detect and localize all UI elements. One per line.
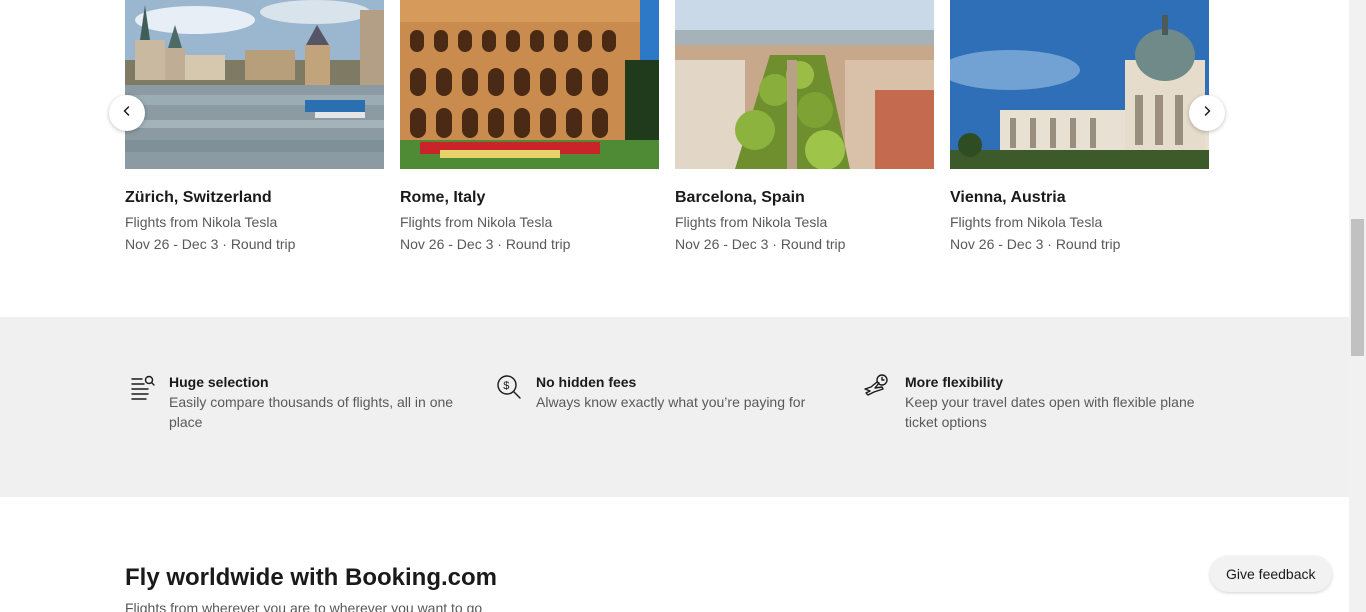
section-title: Fly worldwide with Booking.com <box>125 564 498 591</box>
chevron-left-icon <box>121 104 133 122</box>
feature-huge-selection: Huge selection Easily compare thousands … <box>128 372 453 432</box>
feature-more-flexibility: More flexibility Keep your travel dates … <box>862 372 1207 432</box>
list-search-icon <box>128 373 156 403</box>
destination-image-vienna[interactable] <box>950 0 1209 169</box>
carousel-next-button[interactable] <box>1189 95 1225 131</box>
scrollbar-thumb[interactable] <box>1351 219 1364 356</box>
page-scrollbar[interactable] <box>1349 0 1366 612</box>
destination-card-barcelona[interactable]: Barcelona, Spain Flights from Nikola Tes… <box>675 0 934 253</box>
feature-description: Keep your travel dates open with flexibl… <box>905 394 1195 430</box>
feature-title: More flexibility <box>905 374 1004 390</box>
feature-no-hidden-fees: $ No hidden fees Always know exactly wha… <box>495 372 825 412</box>
feature-title: Huge selection <box>169 374 269 390</box>
feature-description: Easily compare thousands of flights, all… <box>169 394 454 430</box>
feature-title: No hidden fees <box>536 374 637 390</box>
destination-dates: Nov 26 - Dec 3 · Round trip <box>125 236 296 252</box>
destination-city[interactable]: Rome, Italy <box>400 189 659 207</box>
destination-image-barcelona[interactable] <box>675 0 934 169</box>
destination-city[interactable]: Zürich, Switzerland <box>125 189 384 207</box>
destination-city[interactable]: Vienna, Austria <box>950 189 1209 207</box>
page: Zürich, Switzerland Flights from Nikola … <box>0 0 1349 612</box>
destination-dates: Nov 26 - Dec 3 · Round trip <box>675 236 846 252</box>
carousel-prev-button[interactable] <box>109 95 145 131</box>
destination-origin: Flights from Nikola Tesla <box>125 214 278 230</box>
destination-city[interactable]: Barcelona, Spain <box>675 189 934 207</box>
section-subtitle: Flights from wherever you are to whereve… <box>125 600 483 612</box>
plane-clock-icon <box>862 373 892 403</box>
destination-card-rome[interactable]: Rome, Italy Flights from Nikola Tesla No… <box>400 0 659 253</box>
feature-description: Always know exactly what you’re paying f… <box>536 394 806 410</box>
destination-dates: Nov 26 - Dec 3 · Round trip <box>400 236 571 252</box>
magnifier-dollar-icon: $ <box>495 373 523 403</box>
destination-origin: Flights from Nikola Tesla <box>950 214 1103 230</box>
destination-carousel: Zürich, Switzerland Flights from Nikola … <box>125 0 1209 260</box>
chevron-right-icon <box>1201 104 1213 122</box>
destination-origin: Flights from Nikola Tesla <box>675 214 828 230</box>
destination-origin: Flights from Nikola Tesla <box>400 214 553 230</box>
destination-card-zurich[interactable]: Zürich, Switzerland Flights from Nikola … <box>125 0 384 253</box>
give-feedback-button[interactable]: Give feedback <box>1210 556 1332 592</box>
destination-dates: Nov 26 - Dec 3 · Round trip <box>950 236 1121 252</box>
destination-image-rome[interactable] <box>400 0 659 169</box>
svg-text:$: $ <box>503 380 509 392</box>
destination-image-zurich[interactable] <box>125 0 384 169</box>
destination-card-vienna[interactable]: Vienna, Austria Flights from Nikola Tesl… <box>950 0 1209 253</box>
features-band: Huge selection Easily compare thousands … <box>0 317 1349 497</box>
